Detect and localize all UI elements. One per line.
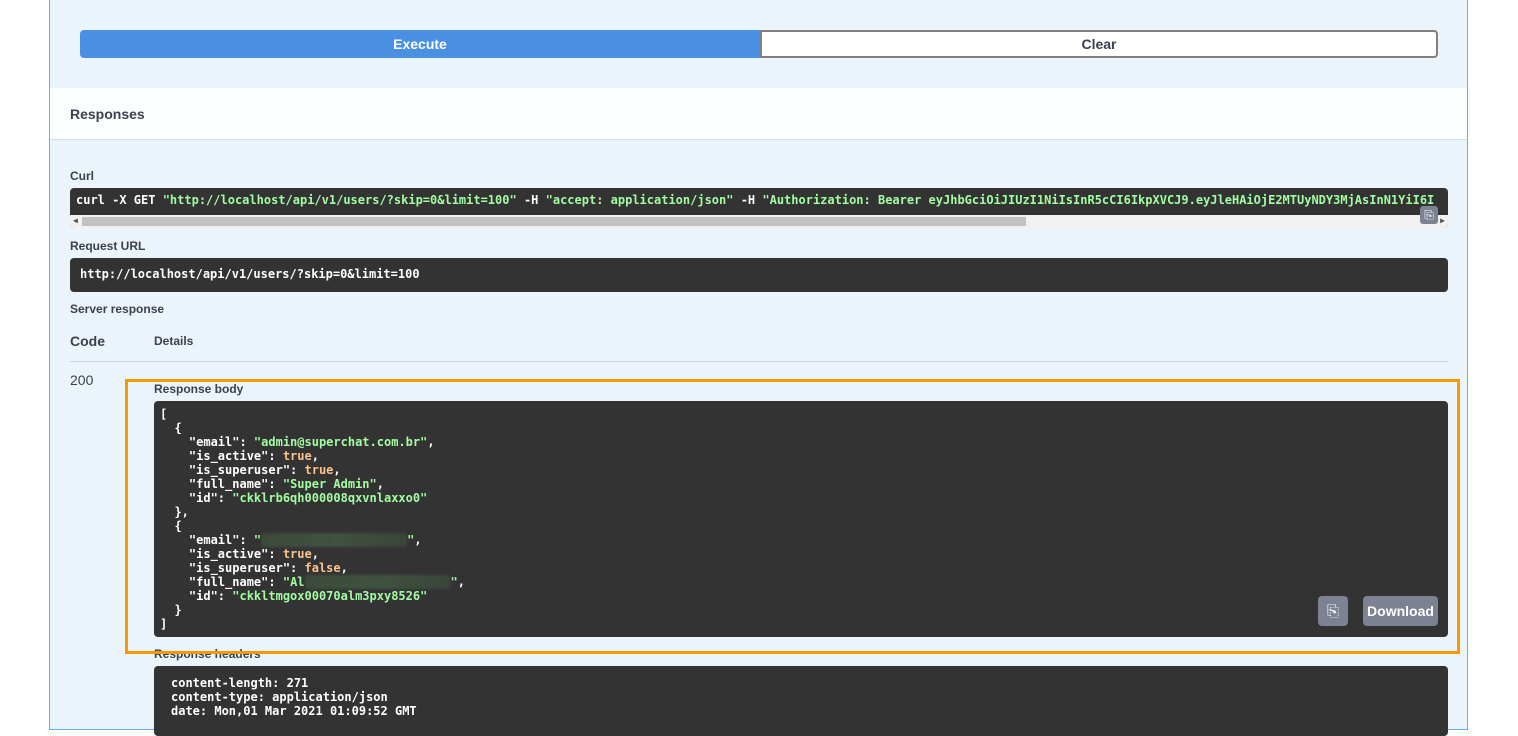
response-headers-label: Response headers [154,647,261,661]
operation-block: Execute Clear Responses Curl curl -X GET… [49,0,1468,736]
redacted-name [304,575,451,589]
redacted-email [261,533,408,547]
curl-url: "http://localhost/api/v1/users/?skip=0&l… [162,193,517,207]
scroll-right-icon[interactable]: ▶ [1440,216,1445,225]
curl-scrollbar[interactable]: ◀ ▶ [70,215,1448,228]
scroll-left-icon[interactable]: ◀ [73,216,78,225]
code-column-header: Code [70,333,105,349]
curl-header-flag-2: -H [733,193,763,207]
user-full-name: Al [290,575,305,589]
execute-wrapper: Execute Clear [80,30,1438,58]
curl-auth: "Authorization: Bearer eyJhbGciOiJIUzI1N… [762,193,1435,207]
user-is-superuser: false [304,561,341,575]
details-column-header: Details [154,334,194,348]
curl-cmd: curl -X GET [76,193,163,207]
copy-to-clipboard-icon[interactable]: ⎘ [1318,596,1348,626]
curl-accept: "accept: application/json" [545,193,734,207]
response-body-label: Response body [154,382,244,396]
header-line: content-length: 271 [171,676,309,690]
clear-button[interactable]: Clear [760,30,1438,58]
response-headers: content-length: 271 content-type: applic… [154,666,1448,736]
request-url-value: http://localhost/api/v1/users/?skip=0&li… [80,267,420,281]
user-full-name: Super Admin [290,477,370,491]
user-email: admin@superchat.com.br [261,435,421,449]
responses-header: Responses [50,88,1467,140]
response-json: [ { "email": "admin@superchat.com.br", "… [160,407,465,631]
download-button[interactable]: Download [1363,596,1438,626]
header-line: date: Mon,01 Mar 2021 01:09:52 GMT [171,704,417,718]
execute-button[interactable]: Execute [80,30,760,58]
response-table-header: Code Details [70,326,1448,362]
user-is-active: true [282,547,312,561]
response-body: [ { "email": "admin@superchat.com.br", "… [154,401,1448,637]
curl-command[interactable]: curl -X GET "http://localhost/api/v1/use… [70,188,1448,228]
curl-copy-icon[interactable]: ⎘ [1420,206,1438,224]
curl-header-flag: -H [516,193,546,207]
curl-text: curl -X GET "http://localhost/api/v1/use… [76,193,1434,207]
user-is-superuser: true [304,463,334,477]
responses-title: Responses [70,105,145,122]
user-is-active: true [282,449,312,463]
request-url-box: http://localhost/api/v1/users/?skip=0&li… [70,258,1448,292]
curl-scroll-thumb[interactable] [82,217,1026,226]
curl-label: Curl [70,169,94,183]
request-url-label: Request URL [70,239,146,253]
header-line: content-type: application/json [171,690,388,704]
response-status-code: 200 [70,372,94,388]
user-id: ckkltmgox00070alm3pxy8526 [239,589,421,603]
user-id: ckklrb6qh000008qxvnlaxxo0 [239,491,421,505]
server-response-label: Server response [70,302,165,316]
